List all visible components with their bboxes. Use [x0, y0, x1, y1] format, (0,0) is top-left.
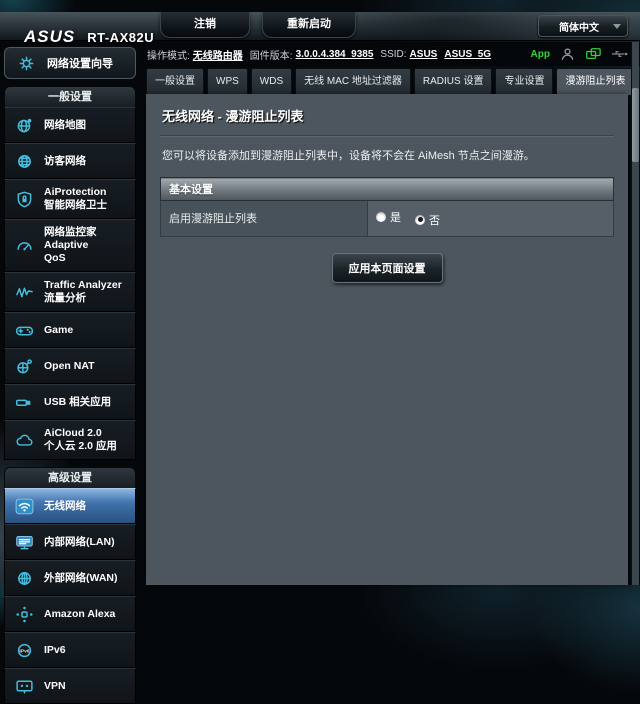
sidebar-item-label: 网络监控家 Adaptive QoS	[44, 226, 97, 264]
sidebar-item-label: Traffic Analyzer 流量分析	[44, 279, 122, 304]
enable-roaming-block-label: 启用漫游阻止列表	[160, 200, 368, 237]
tab-wps[interactable]: WPS	[207, 68, 248, 95]
usb-icon	[10, 391, 38, 413]
tab-mac-filter[interactable]: 无线 MAC 地址过滤器	[295, 68, 411, 95]
sidebar-item-quick-setup-wizard[interactable]: 网络设置向导	[4, 47, 136, 79]
wizard-label: 网络设置向导	[47, 58, 113, 70]
ipv6-icon: IPv6	[10, 639, 38, 661]
sidebar-item-label: 外部网络(WAN)	[44, 571, 118, 584]
tab-bar: 一般设置 WPS WDS 无线 MAC 地址过滤器 RADIUS 设置 专业设置 漫游阻止列…	[146, 68, 635, 95]
gauge-icon	[10, 235, 38, 257]
sidebar-item-label: VPN	[44, 679, 66, 692]
sidebar-item-amazon-alexa[interactable]: Amazon Alexa	[4, 596, 136, 632]
sidebar-item-label: Amazon Alexa	[44, 607, 116, 620]
sidebar-item-label: AiProtection 智能网络卫士	[44, 186, 107, 211]
sidebar-item-wan[interactable]: 外部网络(WAN)	[4, 560, 136, 596]
network-map-icon	[10, 114, 38, 136]
sidebar-item-label: Game	[44, 323, 74, 336]
sidebar-item-open-nat[interactable]: Open NAT	[4, 348, 136, 384]
tab-professional[interactable]: 专业设置	[495, 68, 554, 95]
firmware-label: 固件版本:	[249, 50, 293, 62]
traffic-icon	[10, 281, 38, 303]
content-panel: 无线网络 - 漫游阻止列表 您可以将设备添加到漫游阻止列表中，设备将不会在 Ai…	[146, 94, 628, 585]
tab-radius[interactable]: RADIUS 设置	[413, 68, 493, 95]
status-bar: 操作模式: 无线路由器 固件版本: 3.0.0.4.384_9385 SSID:…	[140, 42, 640, 66]
game-icon	[10, 319, 38, 341]
sidebar-item-guest-network[interactable]: 访客网络	[4, 143, 136, 179]
radio-no[interactable]: 否	[415, 212, 440, 228]
sidebar-item-label: USB 相关应用	[44, 395, 112, 408]
cloud-icon	[10, 429, 38, 451]
reboot-button[interactable]: 重新启动	[262, 12, 356, 38]
language-select[interactable]: 简体中文	[538, 15, 628, 37]
sidebar-item-network-map[interactable]: 网络地图	[4, 107, 136, 143]
sidebar-item-label: 网络地图	[44, 118, 86, 131]
ssid-label: SSID:	[380, 48, 407, 60]
sidebar-item-lan[interactable]: 内部网络(LAN)	[4, 524, 136, 560]
usb-plug-icon[interactable]	[611, 46, 628, 62]
page-title: 无线网络 - 漫游阻止列表	[160, 94, 614, 136]
vpn-icon	[10, 675, 38, 697]
wizard-icon	[12, 52, 40, 74]
scrollbar-thumb[interactable]	[632, 88, 639, 162]
sidebar-item-vpn[interactable]: VPN	[4, 668, 136, 704]
basic-settings-table: 基本设置 启用漫游阻止列表 是否	[160, 177, 614, 237]
firmware-link[interactable]: 3.0.0.4.384_9385	[296, 49, 374, 60]
sidebar-item-aiprotection[interactable]: AiProtection 智能网络卫士	[4, 179, 136, 219]
sidebar-item-adaptive-qos[interactable]: 网络监控家 Adaptive QoS	[4, 219, 136, 272]
sidebar-item-ipv6[interactable]: IPv6 IPv6	[4, 632, 136, 668]
radio-yes-label: 是	[390, 212, 401, 224]
shield-icon	[10, 188, 38, 210]
language-label: 简体中文	[559, 22, 599, 34]
sidebar-section-header: 一般设置	[4, 86, 136, 107]
sidebar-item-label: IPv6	[44, 643, 66, 656]
guest-network-icon	[10, 150, 38, 172]
radio-no-label: 否	[429, 214, 440, 227]
mode-link[interactable]: 无线路由器	[193, 47, 243, 62]
sidebar-item-label: 无线网络	[44, 499, 86, 512]
page-description: 您可以将设备添加到漫游阻止列表中，设备将不会在 AiMesh 节点之间漫游。	[160, 136, 614, 177]
sidebar-item-game[interactable]: Game	[4, 312, 136, 348]
alexa-icon	[10, 603, 38, 625]
radio-yes[interactable]: 是	[376, 209, 401, 225]
app-link[interactable]: App	[531, 49, 550, 60]
sidebar: 网络设置向导 一般设置网络地图访客网络 AiProtection 智能网络卫士网络监…	[0, 42, 140, 704]
sidebar-item-label: 内部网络(LAN)	[44, 535, 115, 548]
open-nat-icon	[10, 355, 38, 377]
radio-no-icon[interactable]	[415, 214, 425, 225]
wan-icon	[10, 567, 38, 589]
sidebar-sections: 一般设置网络地图访客网络 AiProtection 智能网络卫士网络监控家 Adap…	[0, 79, 140, 704]
ssid-5-link[interactable]: ASUS_5G	[444, 49, 491, 60]
ssid-24-link[interactable]: ASUS	[410, 49, 438, 60]
tab-roaming-block-list[interactable]: 漫游阻止列表	[556, 68, 635, 95]
table-section-header: 基本设置	[160, 177, 614, 201]
tab-wds[interactable]: WDS	[250, 68, 293, 95]
table-row: 启用漫游阻止列表 是否	[160, 200, 614, 237]
sidebar-item-traffic-analyzer[interactable]: Traffic Analyzer 流量分析	[4, 272, 136, 312]
mode-label: 操作模式:	[147, 50, 190, 62]
clients-icon[interactable]	[559, 46, 576, 62]
sidebar-section-header: 高级设置	[4, 467, 136, 488]
sidebar-item-usb-app[interactable]: USB 相关应用	[4, 384, 136, 420]
sidebar-item-wireless[interactable]: 无线网络	[4, 488, 136, 524]
sidebar-item-label: Open NAT	[44, 359, 95, 372]
svg-text:IPv6: IPv6	[19, 648, 29, 654]
aimesh-icon[interactable]	[585, 46, 602, 62]
radio-group: 是否	[367, 200, 614, 237]
tab-general[interactable]: 一般设置	[146, 68, 204, 95]
sidebar-item-label: 访客网络	[44, 154, 86, 167]
apply-button[interactable]: 应用本页面设置	[331, 252, 443, 283]
logout-button[interactable]: 注销	[160, 12, 250, 38]
lan-icon	[10, 531, 38, 553]
wireless-icon	[10, 495, 38, 517]
sidebar-item-label: AiCloud 2.0 个人云 2.0 应用	[44, 427, 117, 452]
chevron-down-icon	[613, 23, 621, 29]
sidebar-item-aicloud[interactable]: AiCloud 2.0 个人云 2.0 应用	[4, 420, 136, 460]
radio-yes-icon[interactable]	[376, 212, 386, 222]
